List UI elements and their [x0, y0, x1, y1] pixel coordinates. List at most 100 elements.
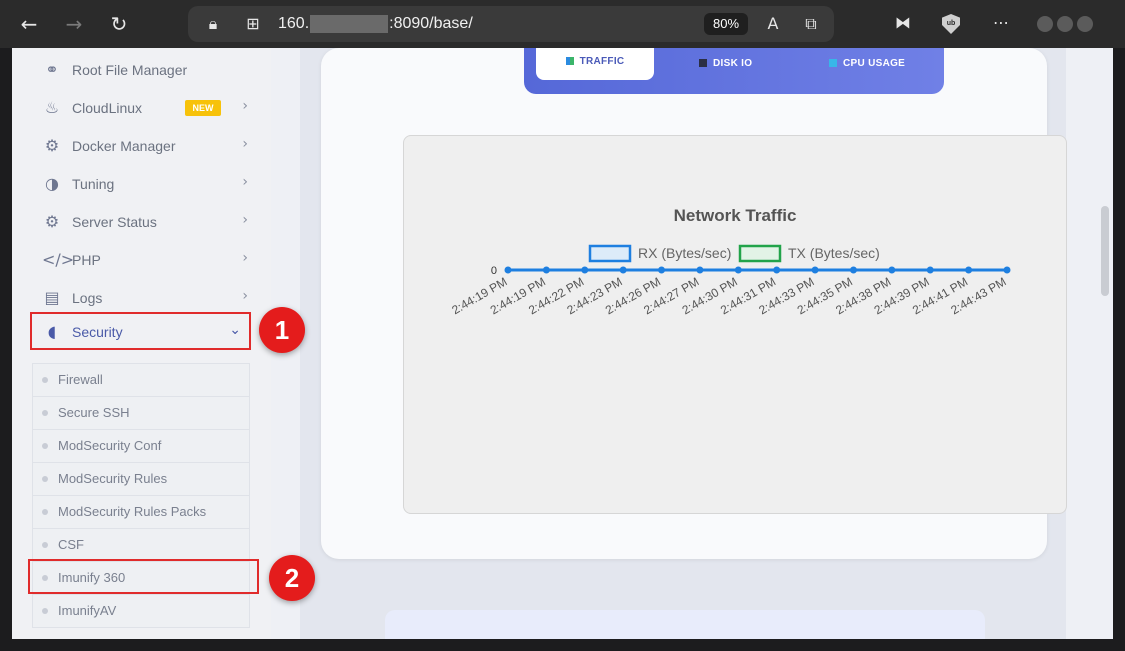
gear-icon: ⚙	[44, 212, 60, 231]
data-point	[504, 266, 512, 274]
sidebar-item-label: CloudLinux	[72, 100, 143, 116]
chevron-down-icon: ⌄	[229, 322, 241, 338]
sidebar-item-label: Logs	[72, 290, 103, 306]
chevron-right-icon: ›	[242, 136, 248, 152]
sidebar-item-label: PHP	[72, 252, 101, 268]
floppy-icon	[699, 59, 707, 67]
sidebar-item-server-status[interactable]: ⚙ Server Status ›	[30, 207, 250, 237]
sidebar-item-tuning[interactable]: ◑ Tuning ›	[30, 169, 250, 199]
address-bar[interactable]: 🔒︎ ⊞ 160. :8090/base/ 80% A ⧉	[188, 6, 834, 42]
sidebar: ⚭ Root File Manager ♨ CloudLinux NEW › ⚙ Docker…	[12, 48, 271, 639]
data-point	[581, 266, 589, 274]
window-dot-icon[interactable]	[1057, 16, 1073, 32]
data-point	[849, 266, 857, 274]
submenu-item-modsecurity-conf[interactable]: ModSecurity Conf	[32, 429, 250, 462]
site-settings-icon[interactable]: ⊞	[240, 11, 266, 37]
window-dot-icon[interactable]	[1037, 16, 1053, 32]
data-point	[542, 266, 550, 274]
main-content: TRAFFIC DISK IO CPU USAGE Network Traffi…	[271, 48, 1113, 639]
network-traffic-chart: Network Traffic RX (Bytes/sec) TX (Bytes/s…	[403, 135, 1067, 514]
tab-label: TRAFFIC	[579, 56, 625, 67]
sidebar-item-label: Root File Manager	[72, 62, 188, 78]
data-point	[658, 266, 666, 274]
data-point	[619, 266, 627, 274]
step-marker-1: 1	[259, 307, 305, 353]
ublock-icon[interactable]: ub	[942, 14, 960, 34]
submenu-item-firewall[interactable]: Firewall	[32, 363, 250, 396]
chart-svg: Network Traffic RX (Bytes/sec) TX (Bytes/s…	[449, 206, 1011, 317]
submenu-item-label: ModSecurity Rules Packs	[58, 504, 207, 519]
sidebar-item-label: Docker Manager	[72, 138, 176, 154]
window-controls[interactable]	[1037, 16, 1097, 37]
cpu-icon	[829, 59, 837, 67]
sidebar-item-docker-manager[interactable]: ⚙ Docker Manager ›	[30, 131, 250, 161]
back-arrow-icon[interactable]: ←	[15, 10, 43, 38]
more-menu-icon[interactable]: ⋯	[988, 10, 1014, 36]
tab-bar: TRAFFIC DISK IO CPU USAGE	[524, 48, 944, 94]
submenu-item-modsecurity-rules[interactable]: ModSecurity Rules	[32, 462, 250, 495]
legend-swatch	[738, 244, 782, 263]
legend-swatch	[588, 244, 632, 263]
gears-icon: ⚙	[44, 136, 60, 155]
data-point	[773, 266, 781, 274]
chevron-right-icon: ›	[242, 288, 248, 304]
traffic-card: TRAFFIC DISK IO CPU USAGE Network Traffi…	[321, 48, 1067, 559]
sidebar-item-label: Security	[72, 324, 123, 340]
bullet-icon	[42, 509, 48, 515]
sidebar-item-root-file-manager[interactable]: ⚭ Root File Manager	[30, 55, 250, 85]
redacted-host	[310, 15, 389, 33]
chevron-right-icon: ›	[242, 98, 248, 114]
chart-title: Network Traffic	[674, 206, 797, 225]
translate-icon[interactable]: A	[760, 11, 786, 37]
sidebar-item-php[interactable]: </> PHP ›	[30, 245, 250, 275]
page-viewport: ⚭ Root File Manager ♨ CloudLinux NEW › ⚙ Docker…	[12, 48, 1113, 639]
data-point	[888, 266, 896, 274]
url-text: 160. :8090/base/	[278, 15, 473, 33]
window-dot-icon[interactable]	[1077, 16, 1093, 32]
submenu-item-label: Secure SSH	[58, 405, 130, 420]
submenu-item-label: ModSecurity Conf	[58, 438, 162, 453]
submenu-item-modsecurity-rules-packs[interactable]: ModSecurity Rules Packs	[32, 495, 250, 528]
page-scrollbar[interactable]	[1101, 206, 1109, 296]
chevron-right-icon: ›	[242, 212, 248, 228]
sidebar-item-logs[interactable]: ▤ Logs ›	[30, 283, 250, 313]
sidebar-item-cloudlinux[interactable]: ♨ CloudLinux NEW ›	[30, 93, 250, 123]
reload-icon[interactable]: ↻	[105, 10, 133, 38]
bullet-icon	[42, 377, 48, 383]
submenu-item-secure-ssh[interactable]: Secure SSH	[32, 396, 250, 429]
lock-icon[interactable]: 🔒︎	[200, 11, 226, 37]
url-prefix: 160.	[278, 15, 310, 33]
tab-cpu-usage[interactable]: CPU USAGE	[829, 54, 905, 86]
submenu-item-label: CSF	[58, 537, 84, 552]
sidebar-item-security[interactable]: ◖ Security ⌄	[30, 312, 251, 350]
url-suffix: :8090/base/	[389, 15, 473, 33]
shield-icon: ◖	[47, 322, 57, 341]
chevron-right-icon: ›	[242, 250, 248, 266]
new-badge: NEW	[185, 100, 221, 116]
imunify-highlight-box	[28, 559, 259, 594]
submenu-item-imunifyav[interactable]: ImunifyAV	[32, 594, 250, 628]
tab-disk-io[interactable]: DISK IO	[699, 54, 752, 86]
data-point	[696, 266, 704, 274]
legend-label: RX (Bytes/sec)	[638, 245, 731, 261]
next-card	[385, 610, 985, 639]
forward-arrow-icon[interactable]: →	[60, 10, 88, 38]
flame-icon: ♨	[44, 98, 60, 117]
bookmark-icon[interactable]: ⧉	[798, 11, 824, 37]
zoom-level-chip[interactable]: 80%	[704, 13, 748, 35]
extensions-icon[interactable]: ⧓	[890, 10, 916, 36]
data-point	[1003, 266, 1011, 274]
step-marker-2: 2	[269, 555, 315, 601]
submenu-item-csf[interactable]: CSF	[32, 528, 250, 561]
submenu-item-label: ImunifyAV	[58, 603, 117, 618]
contrast-icon: ◑	[45, 174, 59, 193]
sidebar-item-label: Tuning	[72, 176, 115, 192]
data-point	[926, 266, 934, 274]
browser-toolbar: ← → ↻ 🔒︎ ⊞ 160.:8090/base/ 80% A ⧉ ⧓ ub …	[0, 0, 1125, 48]
document-icon: ▤	[44, 288, 60, 307]
bullet-icon	[42, 410, 48, 416]
tab-traffic[interactable]: TRAFFIC	[536, 48, 654, 80]
data-point	[734, 266, 742, 274]
data-point	[811, 266, 819, 274]
sidebar-item-label: Server Status	[72, 214, 157, 230]
